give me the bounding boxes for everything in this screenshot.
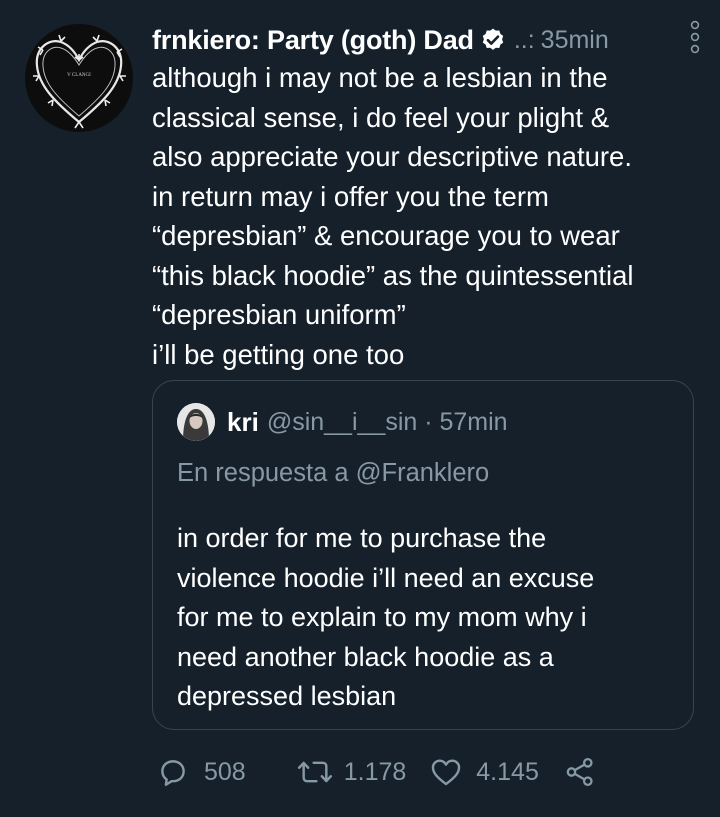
avatar-label: V CLANGI xyxy=(67,73,91,78)
more-options-icon[interactable] xyxy=(690,20,700,54)
tweet-time[interactable]: 35min xyxy=(541,26,609,55)
quoted-body-line: depressed lesbian xyxy=(177,681,397,711)
barbed-wire-heart-icon: V CLANGI xyxy=(33,34,126,129)
author-handle[interactable]: ..: xyxy=(514,26,535,55)
share-icon xyxy=(563,755,597,789)
retweet-button[interactable]: 1.178 xyxy=(296,755,407,789)
quoted-tweet[interactable]: kri @sin__i__sin · 57min En respuesta a … xyxy=(152,380,694,730)
author-name[interactable]: frnkiero: Party (goth) Dad xyxy=(152,25,474,56)
quoted-body-line: in order for me to purchase the xyxy=(177,523,547,553)
like-button[interactable]: 4.145 xyxy=(428,755,539,789)
tweet-actions: 508 1.178 4.145 xyxy=(156,752,597,792)
reply-icon xyxy=(156,755,190,789)
tweet-body-line: although i may not be a lesbian in the xyxy=(152,62,608,93)
tweet-body-line: in return may i offer you the term xyxy=(152,180,549,212)
like-count: 4.145 xyxy=(476,757,539,786)
tweet-body-line: also appreciate your descriptive nature. xyxy=(152,141,632,172)
retweet-count: 1.178 xyxy=(343,757,407,786)
retweet-icon xyxy=(296,755,334,789)
quoted-body-line: for me to explain to my mom why i xyxy=(177,602,587,632)
reply-count: 508 xyxy=(204,757,246,786)
quoted-tweet-body: in order for me to purchase the violence… xyxy=(177,519,677,717)
tweet-body-line: “depresbian uniform” xyxy=(152,299,406,330)
tweet[interactable]: V CLANGI frnkiero: Party (goth) Dad ..: … xyxy=(0,0,720,817)
reply-button[interactable]: 508 xyxy=(156,755,246,789)
tweet-body: although i may not be a lesbian in the c… xyxy=(152,58,702,374)
author-avatar[interactable]: V CLANGI xyxy=(25,24,133,132)
tweet-body-line: “this black hoodie” as the quintessentia… xyxy=(152,259,634,291)
quoted-body-line: violence hoodie i’ll need an excuse xyxy=(177,562,595,593)
quoted-author-handle-time[interactable]: @sin__i__sin · 57min xyxy=(267,408,508,437)
quoted-tweet-header: kri @sin__i__sin · 57min xyxy=(177,403,508,441)
quoted-body-line: need another black hoodie as a xyxy=(177,641,554,672)
tweet-body-line: i’ll be getting one too xyxy=(152,338,405,370)
tweet-body-line: classical sense, i do feel your plight & xyxy=(152,101,610,133)
heart-icon xyxy=(428,755,464,789)
tweet-body-line: “depresbian” & encourage you to wear xyxy=(152,220,620,251)
tweet-header: frnkiero: Party (goth) Dad ..: 35min xyxy=(152,18,706,62)
quoted-author-avatar[interactable] xyxy=(177,403,215,441)
share-button[interactable] xyxy=(563,755,597,789)
verified-badge-icon xyxy=(480,27,506,53)
quoted-author-name[interactable]: kri xyxy=(227,407,259,438)
quoted-reply-context: En respuesta a @Franklero xyxy=(177,459,490,487)
